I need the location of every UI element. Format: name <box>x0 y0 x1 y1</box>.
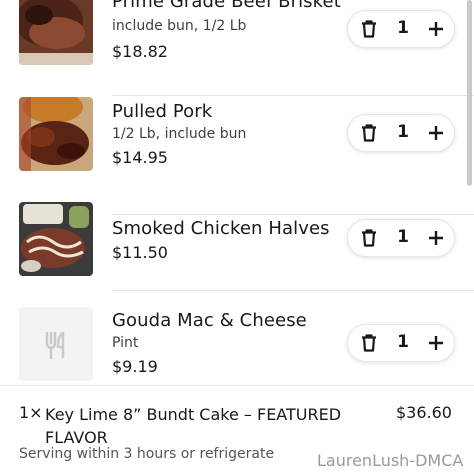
plus-icon[interactable] <box>426 333 446 353</box>
trash-icon[interactable] <box>359 123 379 143</box>
divider <box>112 290 474 291</box>
cart-item-pulled-pork[interactable]: Pulled Pork 1/2 Lb, include bun $14.95 1 <box>0 97 474 215</box>
plus-icon[interactable] <box>426 123 446 143</box>
item-description: Pint <box>112 335 139 351</box>
item-name: Gouda Mac & Cheese <box>112 310 307 331</box>
quantity-stepper[interactable]: 1 <box>347 324 455 362</box>
trash-icon[interactable] <box>359 19 379 39</box>
order-item-note: Serving within 3 hours or refrigerate <box>19 446 275 462</box>
plus-icon[interactable] <box>426 19 446 39</box>
quantity-value: 1 <box>397 18 409 38</box>
item-name: Pulled Pork <box>112 101 213 122</box>
quantity-stepper[interactable]: 1 <box>347 114 455 152</box>
chicken-photo <box>19 202 93 276</box>
item-description: 1/2 Lb, include bun <box>112 126 247 142</box>
plus-icon[interactable] <box>426 228 446 248</box>
cart-item-mac-cheese[interactable]: Gouda Mac & Cheese Pint $9.19 1 <box>0 307 474 385</box>
trash-icon[interactable] <box>359 228 379 248</box>
item-name: Smoked Chicken Halves <box>112 218 330 239</box>
cart-item-chicken[interactable]: Smoked Chicken Halves $11.50 1 <box>0 202 474 306</box>
item-name: Prime Grade Beef Brisket <box>112 0 341 12</box>
cart-item-brisket[interactable]: Prime Grade Beef Brisket include bun, 1/… <box>0 0 474 96</box>
divider <box>112 95 474 96</box>
trash-icon[interactable] <box>359 333 379 353</box>
quantity-stepper[interactable]: 1 <box>347 219 455 257</box>
item-price: $9.19 <box>112 357 158 376</box>
quantity-value: 1 <box>397 332 409 352</box>
watermark: LaurenLush-DMCA <box>317 451 464 470</box>
utensils-icon <box>19 307 93 381</box>
item-description: include bun, 1/2 Lb <box>112 18 247 34</box>
brisket-photo <box>19 0 93 65</box>
quantity-stepper[interactable]: 1 <box>347 10 455 48</box>
order-item-quantity: 1× <box>19 403 43 422</box>
item-price: $14.95 <box>112 148 168 167</box>
quantity-value: 1 <box>397 227 409 247</box>
pulled-pork-photo <box>19 97 93 171</box>
item-price: $11.50 <box>112 243 168 262</box>
order-item-name: Key Lime 8” Bundt Cake – FEATURED FLAVOR <box>45 405 342 447</box>
order-item-price: $36.60 <box>396 403 452 422</box>
quantity-value: 1 <box>397 122 409 142</box>
scrollbar[interactable] <box>467 0 472 186</box>
cart-item-list[interactable]: Prime Grade Beef Brisket include bun, 1/… <box>0 0 474 385</box>
item-price: $18.82 <box>112 42 168 61</box>
